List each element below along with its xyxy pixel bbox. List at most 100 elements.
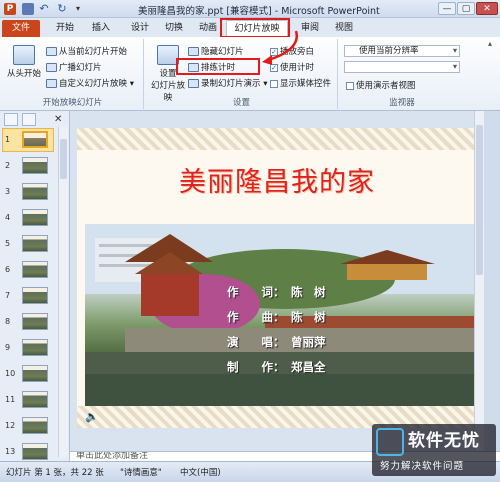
pane-tabs: ✕	[2, 113, 68, 127]
credit-role: 作 曲：	[227, 310, 285, 324]
hide-slide-label: 隐藏幻灯片	[201, 47, 244, 57]
redo-icon[interactable]: ↻	[56, 3, 68, 15]
slide-thumbnail[interactable]	[22, 235, 48, 252]
slide-thumbnail[interactable]	[22, 131, 48, 148]
slide-thumbnail[interactable]	[22, 417, 48, 434]
save-icon[interactable]	[22, 3, 34, 15]
tab-animations[interactable]: 动画	[194, 20, 222, 37]
collapse-ribbon-icon[interactable]: ▴	[488, 39, 492, 48]
thumbnail-number: 13	[5, 447, 16, 456]
show-media-checkbox[interactable]: 显示媒体控件	[270, 77, 331, 89]
broadcast-label: 广播幻灯片	[59, 63, 102, 73]
tab-highlight-box	[220, 18, 290, 38]
slide-scrollbar[interactable]	[474, 111, 484, 451]
thumbnail-number: 5	[5, 239, 11, 248]
close-button[interactable]: ✕	[476, 2, 498, 15]
customize-quick-access-icon[interactable]: ▾	[72, 3, 84, 15]
slide-thumbnail[interactable]	[22, 365, 48, 382]
close-icon[interactable]: ✕	[54, 114, 62, 126]
chevron-down-icon: ▾	[260, 79, 268, 89]
hide-slide-button[interactable]: 隐藏幻灯片	[188, 45, 244, 57]
slide-title[interactable]: 美丽隆昌我的家	[77, 160, 477, 199]
group-label: 设置	[232, 98, 250, 108]
maximize-button[interactable]: ▢	[457, 2, 475, 15]
presenter-view-checkbox[interactable]: 使用演示者视图	[346, 79, 416, 91]
check-icon: ✓	[270, 47, 278, 56]
tab-review[interactable]: 审阅	[296, 20, 324, 37]
thumbnail-number: 7	[5, 291, 11, 300]
from-current-button[interactable]: 从当前幻灯片开始	[46, 45, 127, 57]
slide-thumbnail[interactable]	[22, 443, 48, 460]
tab-home[interactable]: 开始	[51, 20, 79, 37]
thumbnail-number: 11	[5, 395, 16, 404]
credit-line: 制 作： 郑昌全	[227, 359, 326, 375]
thumbnail-number: 4	[5, 213, 11, 222]
window-title: 美丽隆昌我的家.ppt [兼容模式] - Microsoft PowerPoin…	[138, 6, 380, 17]
tab-design[interactable]: 设计	[126, 20, 154, 37]
slide-thumbnail[interactable]	[22, 339, 48, 356]
scrollbar-thumb[interactable]	[476, 125, 483, 275]
custom-show-icon	[46, 79, 57, 88]
powerpoint-icon[interactable]: P	[4, 3, 16, 15]
thumbnail-number: 3	[5, 187, 11, 196]
from-current-icon	[46, 47, 57, 56]
setup-label: 设置	[159, 69, 177, 79]
slide-thumbnail[interactable]	[22, 287, 48, 304]
thumbnail-number: 2	[5, 161, 11, 170]
powerpoint-window: P ↶ ↻ ▾ 美丽隆昌我的家.ppt [兼容模式] - Microsoft P…	[0, 0, 500, 482]
scrollbar-thumb[interactable]	[60, 139, 67, 179]
credit-name: 郑昌全	[291, 360, 326, 374]
credit-name: 陈 树	[291, 310, 326, 324]
broadcast-icon	[46, 63, 57, 72]
slide-thumbnail[interactable]	[22, 261, 48, 278]
outline-tab-icon[interactable]	[22, 113, 36, 126]
record-label: 录制幻灯片演示	[201, 79, 261, 89]
tab-file[interactable]: 文件	[2, 20, 40, 37]
play-narrations-checkbox[interactable]: ✓ 播放旁白	[270, 45, 314, 57]
slide-thumbnail[interactable]	[22, 209, 48, 226]
slide-thumbnail[interactable]	[22, 183, 48, 200]
group-label: 开始放映幻灯片	[42, 98, 103, 108]
minimize-button[interactable]: —	[438, 2, 456, 15]
tab-view[interactable]: 视图	[330, 20, 358, 37]
credit-name: 陈 树	[291, 285, 326, 299]
check-icon: ✓	[270, 63, 278, 72]
hide-slide-icon	[188, 47, 199, 56]
show-media-label: 显示媒体控件	[280, 79, 332, 89]
credit-role: 演 唱：	[227, 335, 285, 349]
play-narrations-label: 播放旁白	[280, 47, 315, 57]
undo-icon[interactable]: ↶	[38, 3, 50, 15]
slides-tab-icon[interactable]	[4, 113, 18, 126]
slide-top-border	[77, 128, 477, 150]
broadcast-button[interactable]: 广播幻灯片	[46, 61, 102, 73]
group-monitors: 使用当前分辨率 使用演示者视图 监视器	[340, 39, 464, 109]
resolution-select[interactable]: 使用当前分辨率	[344, 45, 460, 57]
speaker-icon[interactable]: 🔈	[85, 410, 99, 423]
custom-show-button[interactable]: 自定义幻灯片放映 ▾	[46, 77, 134, 89]
credit-role: 制 作：	[227, 360, 285, 374]
slide-canvas[interactable]: 美丽隆昌我的家 作 词： 陈 树 作 曲： 陈 树 演 唱： 曾丽萍 制 作： …	[77, 128, 477, 428]
group-start-slideshow: 从头开始 从当前幻灯片开始 广播幻灯片 自定义幻灯片放映 ▾ 开始放映幻灯片	[2, 39, 144, 109]
thumbnail-number: 12	[5, 421, 16, 430]
tab-insert[interactable]: 插入	[87, 20, 115, 37]
thumbnails-scrollbar[interactable]	[58, 127, 68, 457]
slide-thumbnail[interactable]	[22, 391, 48, 408]
thumbnail-number: 10	[5, 369, 16, 378]
use-timings-checkbox[interactable]: ✓ 使用计时	[270, 61, 314, 73]
thumbnail-number: 9	[5, 343, 11, 352]
language-indicator[interactable]: 中文(中国)	[180, 466, 221, 478]
watermark-brand: 软件无忧	[408, 431, 480, 451]
tab-transitions[interactable]: 切换	[160, 20, 188, 37]
title-bar: P ↶ ↻ ▾ 美丽隆昌我的家.ppt [兼容模式] - Microsoft P…	[0, 0, 500, 18]
slide-counter: 幻灯片 第 1 张，共 22 张	[6, 468, 104, 478]
slide-editing-area: 美丽隆昌我的家 作 词： 陈 树 作 曲： 陈 树 演 唱： 曾丽萍 制 作： …	[70, 111, 484, 451]
slide-thumbnail[interactable]	[22, 157, 48, 174]
slide-thumbnail[interactable]	[22, 313, 48, 330]
from-current-label: 从当前幻灯片开始	[59, 47, 128, 57]
from-beginning-button[interactable]: 从头开始	[6, 45, 42, 79]
show-on-select[interactable]	[344, 61, 460, 73]
record-show-button[interactable]: 录制幻灯片演示 ▾	[188, 77, 267, 89]
watermark: 软件无忧 努力解决软件问题	[372, 424, 496, 476]
credit-role: 作 词：	[227, 285, 285, 299]
thumbnail-number: 1	[5, 135, 11, 144]
